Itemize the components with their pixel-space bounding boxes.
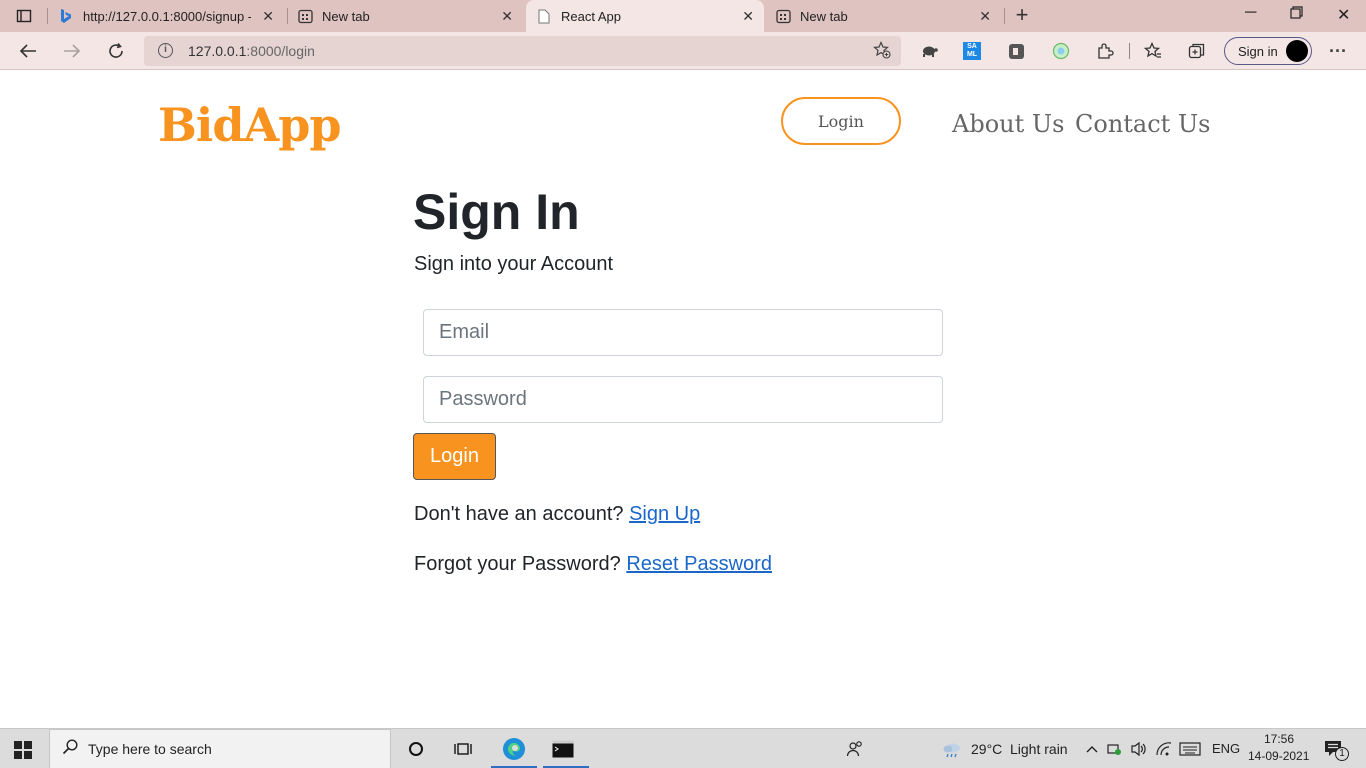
edge-browser-icon[interactable] (502, 737, 526, 761)
tab-react-app[interactable]: React App ✕ (526, 0, 764, 32)
keyboard-icon[interactable] (1178, 737, 1202, 761)
url-path: :8000/login (246, 43, 315, 59)
tab-strip: http://127.0.0.1:8000/signup - Bi ✕ New … (0, 0, 1366, 32)
reset-password-link[interactable]: Reset Password (626, 553, 772, 575)
close-icon[interactable]: ✕ (742, 8, 754, 25)
reset-row: Forgot your Password? Reset Password (414, 553, 772, 576)
tab-separator (1004, 8, 1005, 24)
close-icon[interactable]: ✕ (501, 8, 513, 25)
tab-new-2[interactable]: New tab ✕ (775, 0, 1001, 32)
nav-link-about[interactable]: About Us (952, 110, 1064, 138)
newtab-icon (775, 8, 791, 24)
extension-turtle-icon[interactable] (919, 41, 939, 61)
terminal-icon[interactable] (551, 737, 575, 761)
window-close-icon[interactable]: ✕ (1337, 5, 1350, 25)
tab-new-1[interactable]: New tab ✕ (297, 0, 523, 32)
signup-row: Don't have an account? Sign Up (414, 503, 700, 526)
forward-icon[interactable] (61, 40, 83, 62)
task-view-icon[interactable] (451, 737, 475, 761)
chevron-up-icon[interactable] (1080, 737, 1104, 761)
signup-prompt: Don't have an account? (414, 503, 624, 525)
url-text[interactable]: 127.0.0.1:8000/login (188, 43, 315, 59)
clock-date[interactable]: 14-09-2021 (1248, 749, 1309, 763)
search-icon (62, 738, 78, 760)
taskbar-search[interactable]: Type here to search (49, 729, 391, 768)
volume-icon[interactable] (1127, 737, 1151, 761)
close-icon[interactable]: ✕ (979, 8, 991, 25)
taskbar: Type here to search 29°C Light rain ENG … (0, 728, 1366, 768)
brand-logo[interactable]: BidApp (158, 98, 342, 152)
info-icon[interactable]: i (158, 43, 173, 58)
sign-in-label: Sign in (1238, 43, 1278, 59)
tab-label: http://127.0.0.1:8000/signup - Bi (83, 8, 251, 24)
password-field[interactable] (423, 376, 943, 423)
refresh-icon[interactable] (105, 40, 127, 62)
email-field[interactable] (423, 309, 943, 356)
page-title: Sign In (413, 184, 580, 240)
notification-count-badge: 1 (1335, 747, 1349, 761)
profile-sign-in-button[interactable]: Sign in (1224, 37, 1312, 65)
weather-icon[interactable] (940, 737, 964, 761)
search-placeholder: Type here to search (88, 741, 212, 757)
extension-circle-icon[interactable] (1051, 41, 1071, 61)
minimize-icon[interactable]: ─ (1245, 4, 1256, 22)
restore-icon[interactable] (1290, 6, 1303, 22)
url-host: 127.0.0.1 (188, 43, 247, 59)
bing-icon (58, 8, 74, 24)
windows-start-icon[interactable] (14, 741, 32, 759)
clock-time[interactable]: 17:56 (1264, 732, 1294, 746)
avatar (1286, 40, 1308, 62)
extensions-icon[interactable] (1095, 41, 1115, 61)
language-indicator[interactable]: ENG (1212, 741, 1240, 756)
people-icon[interactable] (843, 737, 867, 761)
favorites-icon[interactable] (1143, 41, 1163, 61)
weather-temperature[interactable]: 29°C (971, 741, 1002, 757)
page-icon (536, 8, 552, 24)
cortana-icon[interactable] (404, 737, 428, 761)
add-favorite-icon[interactable] (873, 41, 891, 64)
extension-saml-icon[interactable]: SA ML (962, 41, 982, 61)
nav-link-contact[interactable]: Contact Us (1075, 110, 1210, 138)
close-icon[interactable]: ✕ (262, 8, 274, 25)
tab-label: React App (561, 8, 621, 24)
network-status-icon[interactable] (1102, 737, 1126, 761)
tab-label: New tab (800, 8, 848, 24)
back-icon[interactable] (17, 40, 39, 62)
reset-prompt: Forgot your Password? (414, 553, 621, 575)
weather-description[interactable]: Light rain (1010, 741, 1068, 757)
collections-icon[interactable] (1187, 41, 1207, 61)
tab-separator (287, 8, 288, 24)
nav-login-button[interactable]: Login (781, 97, 901, 145)
wifi-icon[interactable] (1152, 737, 1176, 761)
extension-puzzle-dark-icon[interactable] (1006, 41, 1026, 61)
tab-separator (47, 8, 48, 24)
more-options-icon[interactable]: ··· (1328, 41, 1348, 61)
page-subtitle: Sign into your Account (414, 253, 614, 275)
toolbar-separator (1129, 43, 1130, 59)
tab-signup[interactable]: http://127.0.0.1:8000/signup - Bi ✕ (58, 0, 284, 32)
new-tab-button[interactable]: + (1011, 2, 1033, 27)
signup-link[interactable]: Sign Up (629, 503, 700, 525)
login-submit-button[interactable]: Login (413, 433, 496, 480)
newtab-icon (297, 8, 313, 24)
address-bar[interactable]: i 127.0.0.1:8000/login (144, 36, 901, 66)
tab-actions-icon[interactable] (13, 5, 35, 27)
tab-label: New tab (322, 8, 370, 24)
